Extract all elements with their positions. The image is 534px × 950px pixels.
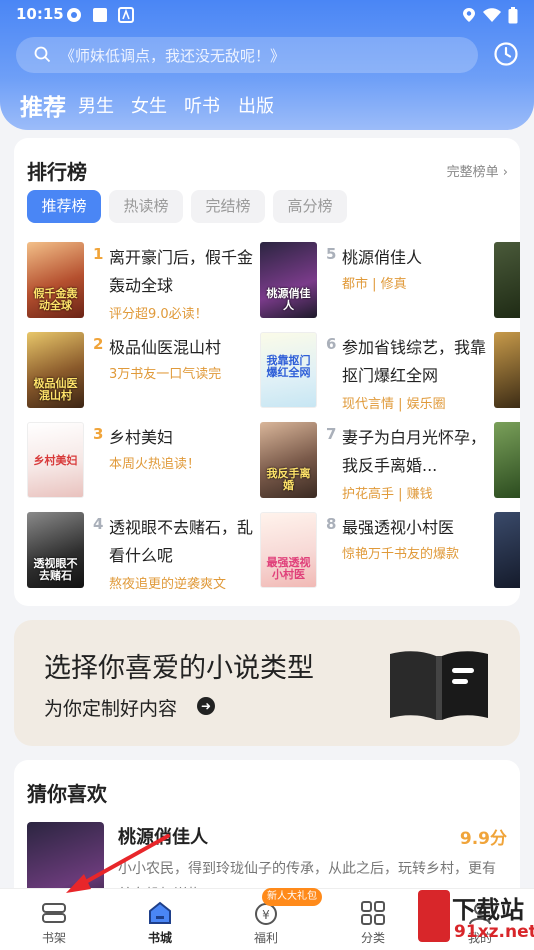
guess-book-score: 9.9分 (459, 829, 507, 849)
book-subtitle: 惊艳万千书友的爆款 (342, 547, 460, 562)
chevron-right-icon: › (502, 165, 508, 180)
book-cover-peek (494, 332, 520, 408)
watermark-line1: 下载站 (452, 896, 524, 924)
app-notification-icon (67, 8, 81, 22)
rank-number: 8 (326, 515, 337, 533)
rank-book-2[interactable]: 极品仙医混山村 2 极品仙医混山村 3万书友一口气读完 (27, 332, 267, 408)
book-subtitle: 3万书友一口气读完 (109, 367, 222, 382)
app-square-icon (93, 8, 107, 22)
location-icon (463, 8, 475, 22)
category-icon (361, 901, 385, 925)
ranking-more-link[interactable]: 完整榜单 › (447, 161, 508, 180)
book-subtitle: 本周火热追读！ (109, 457, 201, 472)
battery-icon (508, 7, 518, 24)
tab-recommend[interactable]: 推荐 (20, 88, 66, 122)
book-title: 极品仙医混山村 (109, 338, 222, 357)
book-cover: 极品仙医混山村 (27, 332, 84, 408)
tab-female[interactable]: 女生 (131, 92, 167, 118)
watermark-logo-icon (418, 890, 450, 942)
book-title: 桃源俏佳人 (342, 248, 423, 267)
tab-publish[interactable]: 出版 (238, 92, 274, 118)
rank-number: 7 (326, 425, 337, 443)
ranking-more-label: 完整榜单 (446, 165, 499, 180)
rank-book-3[interactable]: 乡村美妇 3 乡村美妇 本周火热追读！ (27, 422, 267, 498)
app-a-icon (118, 7, 134, 23)
genre-promo-banner[interactable]: 选择你喜爱的小说类型 为你定制好内容 ➜ (14, 620, 520, 746)
promo-subtitle: 为你定制好内容 (44, 698, 178, 720)
bookshelf-icon (42, 903, 66, 923)
status-time: 10:15 (16, 5, 64, 23)
book-cover: 我反手离婚 (260, 422, 317, 498)
bookstore-icon (149, 901, 171, 924)
book-cover-peek (494, 242, 520, 318)
rank-book-7[interactable]: 我反手离婚 7 妻子为白月光怀孕，我反手离婚... 护花高手 | 赚钱 (260, 422, 500, 502)
book-cover-peek (494, 512, 520, 588)
rank-number: 4 (93, 515, 104, 533)
rank-number: 5 (326, 245, 337, 263)
svg-text:¥: ¥ (262, 908, 270, 922)
book-cover: 假千金轰动全球 (27, 242, 84, 318)
welfare-badge: 新人大礼包 (262, 888, 322, 906)
tab-label: 书城 (147, 931, 172, 945)
rank-book-6[interactable]: 我靠抠门爆红全网 6 参加省钱综艺，我靠抠门爆红全网 现代言情 | 娱乐圈 (260, 332, 500, 412)
book-title: 最强透视小村医 (342, 518, 455, 537)
book-cover: 透视眼不去赌石 (27, 512, 84, 588)
guess-title: 猜你喜欢 (27, 782, 107, 806)
ranking-title: 排行榜 (27, 160, 87, 184)
search-placeholder: 《师妹低调点，我还没无敌呢！》 (60, 47, 286, 65)
history-clock-icon[interactable] (493, 41, 519, 67)
rank-number: 3 (93, 425, 104, 443)
guess-book-title[interactable]: 桃源俏佳人 (118, 823, 208, 849)
search-bar[interactable]: 《师妹低调点，我还没无敌呢！》 (16, 37, 478, 73)
arrow-right-icon: ➜ (197, 697, 215, 715)
tab-label: 分类 (360, 931, 385, 945)
site-watermark: 下载站 91xz.net (418, 884, 534, 950)
tab-audiobook[interactable]: 听书 (184, 92, 220, 118)
tab-rank-finished[interactable]: 完结榜 (191, 190, 265, 223)
book-cover: 最强透视小村医 (260, 512, 317, 588)
tab-bookstore[interactable]: 书城 (120, 889, 200, 950)
book-cover: 乡村美妇 (27, 422, 84, 498)
ranking-card: 排行榜 完整榜单 › 推荐榜 热读榜 完结榜 高分榜 假千金轰动全球 1 离开豪… (14, 138, 520, 606)
status-bar: 10:15 (0, 0, 534, 30)
watermark-line2: 91xz.net (454, 922, 534, 942)
rank-book-4[interactable]: 透视眼不去赌石 4 透视眼不去赌石，乱看什么呢 熬夜追更的逆袭爽文 (27, 512, 267, 592)
rank-book-5[interactable]: 桃源俏佳人 5 桃源俏佳人 都市 | 修真 (260, 242, 500, 318)
book-title: 离开豪门后，假千金轰动全球 (109, 248, 254, 295)
tab-label: 福利 (253, 931, 278, 945)
book-title: 乡村美妇 (109, 428, 174, 447)
book-cover: 我靠抠门爆红全网 (260, 332, 317, 408)
rank-number: 6 (326, 335, 337, 353)
book-subtitle: 都市 | 修真 (342, 277, 407, 292)
wifi-icon (483, 8, 501, 22)
rank-number: 2 (93, 335, 104, 353)
promo-title: 选择你喜爱的小说类型 (44, 653, 314, 684)
book-subtitle: 护花高手 | 赚钱 (342, 487, 433, 502)
tab-category[interactable]: 分类 (333, 889, 413, 950)
tab-male[interactable]: 男生 (78, 92, 114, 118)
book-subtitle: 评分超9.0必读！ (109, 307, 208, 322)
book-subtitle: 熬夜追更的逆袭爽文 (109, 577, 227, 592)
book-title: 妻子为白月光怀孕，我反手离婚... (342, 428, 487, 475)
book-cover: 桃源俏佳人 (260, 242, 317, 318)
tab-label: 书架 (41, 931, 66, 945)
rank-number: 1 (93, 245, 104, 263)
search-icon (34, 46, 51, 63)
tab-bookshelf[interactable]: 书架 (14, 889, 94, 950)
tab-rank-recommend[interactable]: 推荐榜 (27, 190, 101, 223)
tab-rank-score[interactable]: 高分榜 (273, 190, 347, 223)
rank-book-8[interactable]: 最强透视小村医 8 最强透视小村医 惊艳万千书友的爆款 (260, 512, 500, 588)
book-subtitle: 现代言情 | 娱乐圈 (342, 397, 446, 412)
book-title: 透视眼不去赌石，乱看什么呢 (109, 518, 254, 565)
book-title: 参加省钱综艺，我靠抠门爆红全网 (342, 338, 487, 385)
rank-book-1[interactable]: 假千金轰动全球 1 离开豪门后，假千金轰动全球 评分超9.0必读！ (27, 242, 267, 322)
book-cover-peek (494, 422, 520, 498)
tab-rank-hot[interactable]: 热读榜 (109, 190, 183, 223)
open-book-icon (390, 651, 488, 720)
